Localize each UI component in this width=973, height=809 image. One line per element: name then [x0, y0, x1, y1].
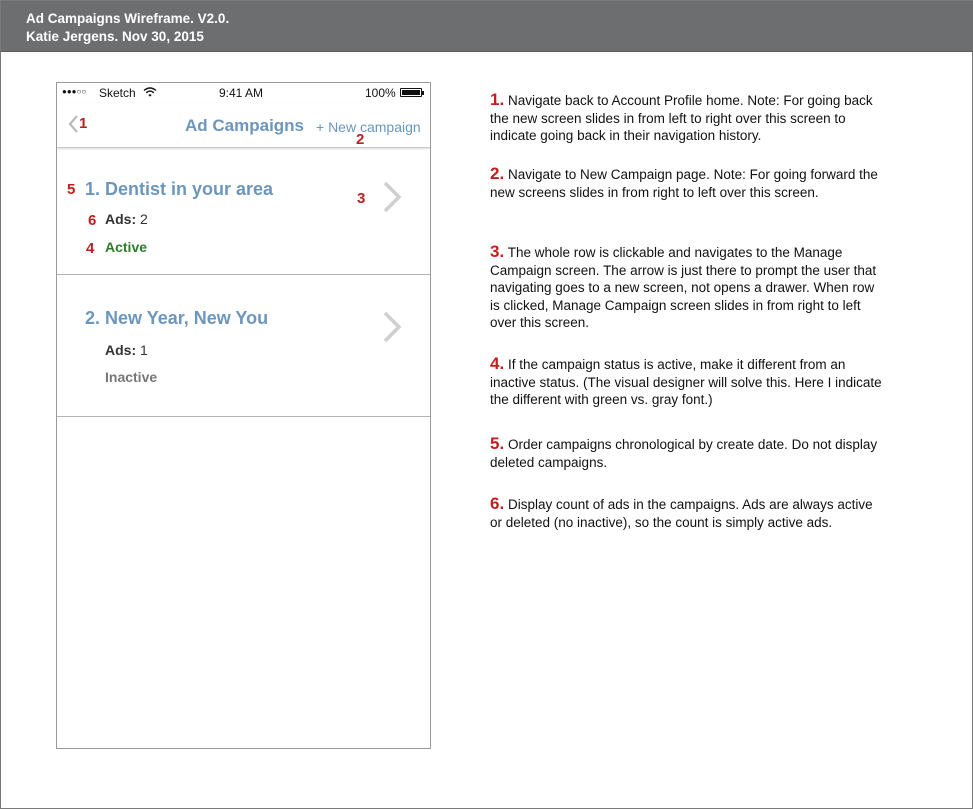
note-number: 2. [490, 164, 505, 183]
campaign-status: Active [105, 239, 148, 255]
signal-strength-icon: ●●●○○ [62, 87, 87, 96]
note-item: 2. Navigate to New Campaign page. Note: … [490, 165, 885, 201]
battery-percent: 100% [365, 86, 396, 100]
campaign-ads-count: Ads: 1 [105, 342, 148, 358]
status-time: 9:41 AM [219, 86, 264, 100]
phone-mockup: ●●●○○ Sketch 9:41 AM 100% Ad Campaigns +… [56, 82, 431, 749]
note-number: 3. [490, 242, 505, 261]
chevron-right-icon [383, 181, 402, 213]
campaign-title: 2. New Year, New You [85, 308, 269, 328]
campaign-title: 1. Dentist in your area [85, 179, 274, 199]
annotation-marker-1: 1 [79, 115, 88, 132]
note-text: Navigate back to Account Profile home. N… [490, 93, 873, 143]
note-item: 1. Navigate back to Account Profile home… [490, 91, 885, 145]
note-number: 5. [490, 434, 505, 453]
wifi-icon [143, 87, 157, 97]
status-bar: ●●●○○ Sketch 9:41 AM 100% [57, 83, 430, 103]
note-item: 6. Display count of ads in the campaigns… [490, 495, 885, 531]
note-text: Navigate to New Campaign page. Note: For… [490, 167, 878, 200]
header-title: Ad Campaigns Wireframe. V2.0. [26, 11, 230, 26]
note-text: Display count of ads in the campaigns. A… [490, 497, 873, 530]
note-number: 4. [490, 354, 505, 373]
campaign-row[interactable]: 1. Dentist in your area Ads: 2 Active [57, 149, 430, 275]
ads-count-value: 2 [140, 211, 148, 227]
new-campaign-button[interactable]: + New campaign [316, 119, 421, 135]
note-item: 5. Order campaigns chronological by crea… [490, 435, 885, 471]
document-header: Ad Campaigns Wireframe. V2.0. Katie Jerg… [1, 1, 973, 52]
note-item: 3. The whole row is clickable and naviga… [490, 243, 885, 332]
note-number: 1. [490, 90, 505, 109]
note-text: If the campaign status is active, make i… [490, 357, 882, 407]
navigation-bar: Ad Campaigns + New campaign [57, 103, 430, 148]
chevron-right-icon [383, 311, 402, 343]
note-text: Order campaigns chronological by create … [490, 437, 878, 470]
note-item: 4. If the campaign status is active, mak… [490, 355, 885, 409]
carrier-label: Sketch [99, 86, 136, 100]
back-button[interactable] [66, 113, 80, 135]
ads-count-value: 1 [140, 342, 148, 358]
annotation-marker-5: 5 [67, 181, 76, 198]
ads-label: Ads: [105, 342, 137, 358]
battery-icon [400, 88, 424, 97]
wireframe-page: Ad Campaigns Wireframe. V2.0. Katie Jerg… [0, 0, 973, 809]
note-text: The whole row is clickable and navigates… [490, 245, 877, 330]
campaign-ads-count: Ads: 2 [105, 211, 148, 227]
annotation-marker-6: 6 [88, 212, 97, 229]
nav-title: Ad Campaigns [185, 116, 305, 135]
annotation-marker-4: 4 [86, 240, 95, 257]
ads-label: Ads: [105, 211, 137, 227]
annotation-marker-3: 3 [357, 190, 366, 207]
campaign-status: Inactive [105, 369, 158, 385]
annotation-marker-2: 2 [356, 131, 365, 148]
note-number: 6. [490, 494, 505, 513]
header-author-date: Katie Jergens. Nov 30, 2015 [26, 29, 204, 44]
campaign-row[interactable]: 2. New Year, New You Ads: 1 Inactive [57, 275, 430, 417]
